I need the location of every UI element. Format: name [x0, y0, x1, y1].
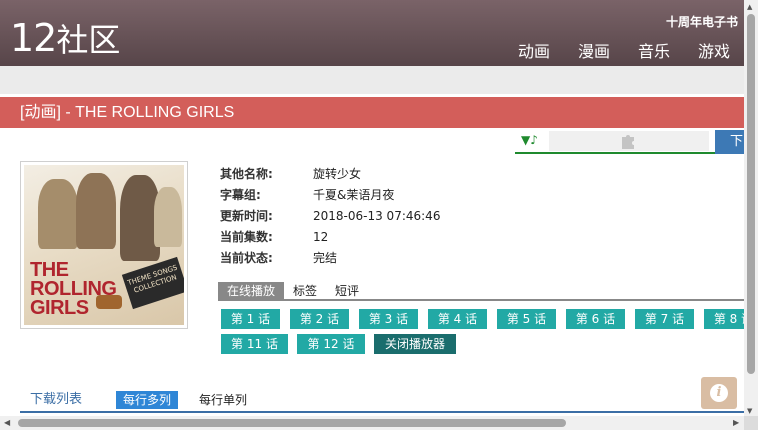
cover-figure — [154, 187, 182, 247]
tab-comments[interactable]: 短评 — [326, 282, 368, 299]
info-value: 千夏&茉语月夜 — [313, 188, 395, 202]
episode-list: 第 1 话 第 2 话 第 3 话 第 4 话 第 5 话 第 6 话 第 7 … — [221, 309, 744, 357]
info-label: 其他名称: — [220, 167, 273, 181]
scroll-right-icon[interactable]: ▶ — [733, 418, 739, 427]
info-label: 字幕组: — [220, 188, 261, 202]
episode-button[interactable]: 第 11 话 — [221, 334, 288, 354]
info-label: 当前状态: — [220, 251, 273, 265]
episode-button[interactable]: 第 12 话 — [297, 334, 365, 354]
cover-figure — [38, 179, 78, 249]
scroll-down-icon[interactable]: ▼ — [747, 407, 752, 415]
page-title: [动画] - THE ROLLING GIRLS — [0, 97, 744, 128]
episode-button[interactable]: 第 6 话 — [566, 309, 625, 329]
cover-image: THE ROLLING GIRLS THEME SONGS COLLECTION — [20, 161, 188, 329]
info-table: 其他名称: 旋转少女 字幕组: 千夏&茉语月夜 更新时间: 2018-06-13… — [220, 163, 440, 268]
site-logo[interactable]: 12社区 — [10, 13, 120, 65]
info-button[interactable]: i — [701, 377, 737, 409]
info-value: 完结 — [313, 251, 338, 265]
download-button[interactable]: 下 — [715, 130, 744, 154]
cover-badge: THEME SONGS COLLECTION — [121, 256, 184, 310]
cover-title: THE ROLLING GIRLS — [30, 260, 117, 319]
cover-figure — [76, 173, 116, 249]
page-root: 12社区 十周年电子书 动画 漫画 音乐 游戏 [动画] - THE ROLLI… — [0, 0, 758, 430]
player-plugin-strip: ▼♪ — [515, 130, 715, 154]
info-row: 其他名称: 旋转少女 — [220, 163, 440, 184]
info-label: 更新时间: — [220, 209, 273, 223]
download-list-title: 下载列表 — [30, 392, 83, 407]
episode-button[interactable]: 第 2 话 — [290, 309, 349, 329]
vertical-scroll-thumb[interactable] — [747, 14, 755, 374]
horizontal-scroll-thumb[interactable] — [18, 419, 566, 427]
info-value: 12 — [313, 229, 329, 244]
detail-tabs: 在线播放 标签 短评 — [218, 282, 744, 301]
info-value: 旋转少女 — [313, 167, 362, 181]
tab-tags[interactable]: 标签 — [284, 282, 326, 299]
music-note-icon[interactable]: ▼♪ — [521, 133, 538, 147]
horizontal-scrollbar[interactable]: ◀ ▶ — [0, 416, 744, 430]
main-nav: 动画 漫画 音乐 游戏 — [490, 38, 730, 62]
puzzle-piece-icon — [622, 135, 634, 149]
episode-button[interactable]: 第 3 话 — [359, 309, 418, 329]
plugin-placeholder[interactable] — [549, 131, 709, 151]
info-row: 当前状态: 完结 — [220, 247, 440, 268]
info-value: 2018-06-13 07:46:46 — [313, 208, 441, 223]
episode-button[interactable]: 第 8 话 — [704, 309, 744, 329]
logo-text: 社区 — [56, 21, 121, 59]
nav-item-anime[interactable]: 动画 — [518, 38, 550, 62]
vertical-scrollbar[interactable]: ▲ ▼ — [744, 0, 758, 430]
info-label: 当前集数: — [220, 230, 273, 244]
scroll-up-icon[interactable]: ▲ — [747, 3, 752, 11]
info-row: 更新时间: 2018-06-13 07:46:46 — [220, 205, 440, 226]
mode-multi-column[interactable]: 每行多列 — [116, 391, 179, 409]
close-player-button[interactable]: 关闭播放器 — [374, 334, 456, 354]
site-header: 12社区 十周年电子书 动画 漫画 音乐 游戏 — [0, 0, 744, 66]
scroll-left-icon[interactable]: ◀ — [4, 418, 10, 427]
mode-single-column[interactable]: 每行单列 — [192, 391, 254, 409]
episode-button[interactable]: 第 5 话 — [497, 309, 556, 329]
cover-artwork: THE ROLLING GIRLS THEME SONGS COLLECTION — [24, 165, 184, 325]
ebook-link[interactable]: 十周年电子书 — [666, 13, 738, 30]
download-list-header: 下载列表 每行多列 每行单列 — [20, 391, 744, 413]
nav-item-music[interactable]: 音乐 — [638, 38, 670, 62]
nav-item-manga[interactable]: 漫画 — [578, 38, 610, 62]
tab-online-play[interactable]: 在线播放 — [218, 282, 285, 299]
episode-button[interactable]: 第 1 话 — [221, 309, 280, 329]
cover-title-line: GIRLS — [30, 297, 89, 319]
sub-header-band — [0, 66, 744, 94]
info-row: 当前集数: 12 — [220, 226, 440, 247]
info-icon: i — [710, 384, 728, 402]
episode-button[interactable]: 第 7 话 — [635, 309, 694, 329]
logo-number: 12 — [10, 16, 57, 60]
scrollbar-corner — [744, 416, 758, 430]
nav-item-games[interactable]: 游戏 — [698, 38, 730, 62]
info-row: 字幕组: 千夏&茉语月夜 — [220, 184, 440, 205]
episode-button[interactable]: 第 4 话 — [428, 309, 487, 329]
